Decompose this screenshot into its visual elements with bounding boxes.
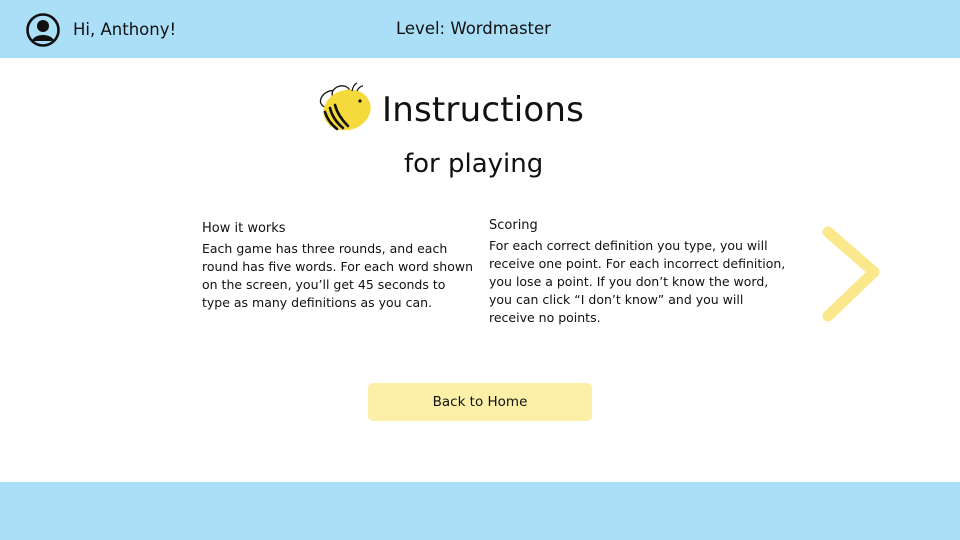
page-title: Instructions — [382, 90, 585, 130]
bottom-bar — [0, 482, 960, 540]
user-avatar-icon[interactable] — [26, 13, 60, 47]
bee-icon — [319, 82, 371, 131]
scoring-heading: Scoring — [489, 218, 538, 233]
how-it-works-heading: How it works — [202, 221, 286, 236]
how-it-works-text: Each game has three rounds, and each rou… — [202, 241, 474, 310]
greeting-text: Hi, Anthony! — [73, 20, 177, 39]
scoring-text: For each correct definition you type, yo… — [489, 238, 786, 325]
scoring-section: Scoring For each correct definition you … — [489, 216, 789, 327]
page-subtitle: for playing — [404, 149, 544, 179]
level-label: Level: Wordmaster — [396, 19, 551, 38]
next-page-chevron-right-icon[interactable] — [818, 224, 884, 324]
back-to-home-button[interactable]: Back to Home — [368, 383, 592, 421]
top-bar: Hi, Anthony! Level: Wordmaster — [0, 0, 960, 58]
how-it-works-section: How it works Each game has three rounds,… — [202, 219, 477, 312]
